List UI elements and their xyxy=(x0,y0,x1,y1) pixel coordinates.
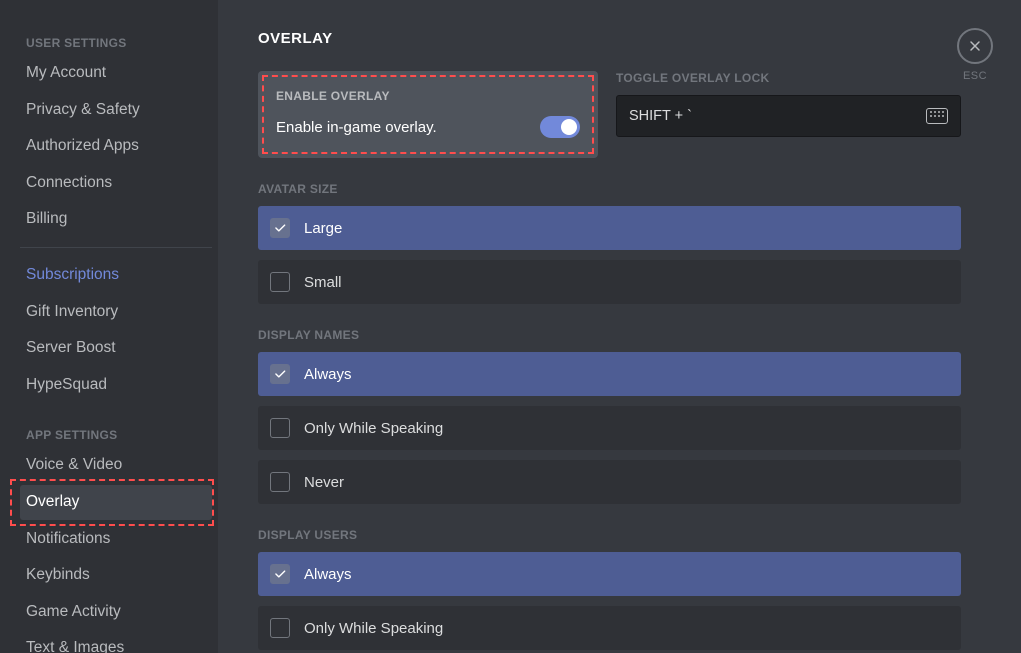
sidebar-item-my-account[interactable]: My Account xyxy=(20,56,212,91)
sidebar-divider xyxy=(20,247,212,248)
checkbox-icon xyxy=(270,218,290,238)
sidebar-item-gift-inventory[interactable]: Gift Inventory xyxy=(20,295,212,330)
close-button[interactable] xyxy=(957,28,993,64)
toggle-lock-label: TOGGLE OVERLAY LOCK xyxy=(616,71,961,85)
sidebar-item-text-images[interactable]: Text & Images xyxy=(20,631,212,653)
option-label: Small xyxy=(304,274,342,291)
display-names-option-never[interactable]: Never xyxy=(258,460,961,504)
display-users-option-only-while-speaking[interactable]: Only While Speaking xyxy=(258,606,961,650)
option-label: Only While Speaking xyxy=(304,620,443,637)
option-label: Large xyxy=(304,220,342,237)
sidebar-item-server-boost[interactable]: Server Boost xyxy=(20,331,212,366)
enable-overlay-toggle[interactable] xyxy=(540,116,580,138)
sidebar-item-connections[interactable]: Connections xyxy=(20,166,212,201)
display-users-option-always[interactable]: Always xyxy=(258,552,961,596)
display-users-header: DISPLAY USERS xyxy=(258,528,961,542)
keybind-value: SHIFT + ` xyxy=(629,108,692,124)
option-label: Never xyxy=(304,474,344,491)
close-icon xyxy=(967,38,983,54)
option-label: Always xyxy=(304,366,352,383)
checkbox-icon xyxy=(270,364,290,384)
page-title: OVERLAY xyxy=(258,30,961,47)
sidebar-item-hypesquad[interactable]: HypeSquad xyxy=(20,368,212,403)
annotation-highlight xyxy=(262,75,594,154)
checkbox-icon xyxy=(270,272,290,292)
close-esc-label: ESC xyxy=(957,70,993,82)
display-names-option-always[interactable]: Always xyxy=(258,352,961,396)
option-label: Only While Speaking xyxy=(304,420,443,437)
checkbox-icon xyxy=(270,418,290,438)
sidebar-header-app: APP SETTINGS xyxy=(20,422,212,448)
sidebar-item-voice-video[interactable]: Voice & Video xyxy=(20,448,212,483)
avatar-size-header: AVATAR SIZE xyxy=(258,182,961,196)
sidebar-item-notifications[interactable]: Notifications xyxy=(20,522,212,557)
keybind-input[interactable]: SHIFT + ` xyxy=(616,95,961,137)
sidebar-item-privacy[interactable]: Privacy & Safety xyxy=(20,93,212,128)
display-names-option-only-while-speaking[interactable]: Only While Speaking xyxy=(258,406,961,450)
display-names-header: DISPLAY NAMES xyxy=(258,328,961,342)
option-label: Always xyxy=(304,566,352,583)
sidebar-item-billing[interactable]: Billing xyxy=(20,202,212,237)
enable-overlay-header: ENABLE OVERLAY xyxy=(276,89,580,103)
close-container: ESC xyxy=(957,28,993,82)
enable-overlay-card: ENABLE OVERLAY Enable in-game overlay. xyxy=(258,71,598,158)
checkbox-icon xyxy=(270,472,290,492)
enable-overlay-label: Enable in-game overlay. xyxy=(276,119,580,136)
checkbox-icon xyxy=(270,618,290,638)
sidebar-header-user: USER SETTINGS xyxy=(20,30,212,56)
avatar-size-option-large[interactable]: Large xyxy=(258,206,961,250)
sidebar: USER SETTINGS My Account Privacy & Safet… xyxy=(0,0,218,653)
sidebar-item-keybinds[interactable]: Keybinds xyxy=(20,558,212,593)
sidebar-item-subscriptions[interactable]: Subscriptions xyxy=(20,258,212,293)
sidebar-item-overlay[interactable]: Overlay xyxy=(20,485,212,520)
checkbox-icon xyxy=(270,564,290,584)
sidebar-item-authorized-apps[interactable]: Authorized Apps xyxy=(20,129,212,164)
avatar-size-option-small[interactable]: Small xyxy=(258,260,961,304)
main-content: OVERLAY ENABLE OVERLAY Enable in-game ov… xyxy=(218,0,1021,653)
sidebar-item-game-activity[interactable]: Game Activity xyxy=(20,595,212,630)
keyboard-icon xyxy=(926,108,948,124)
